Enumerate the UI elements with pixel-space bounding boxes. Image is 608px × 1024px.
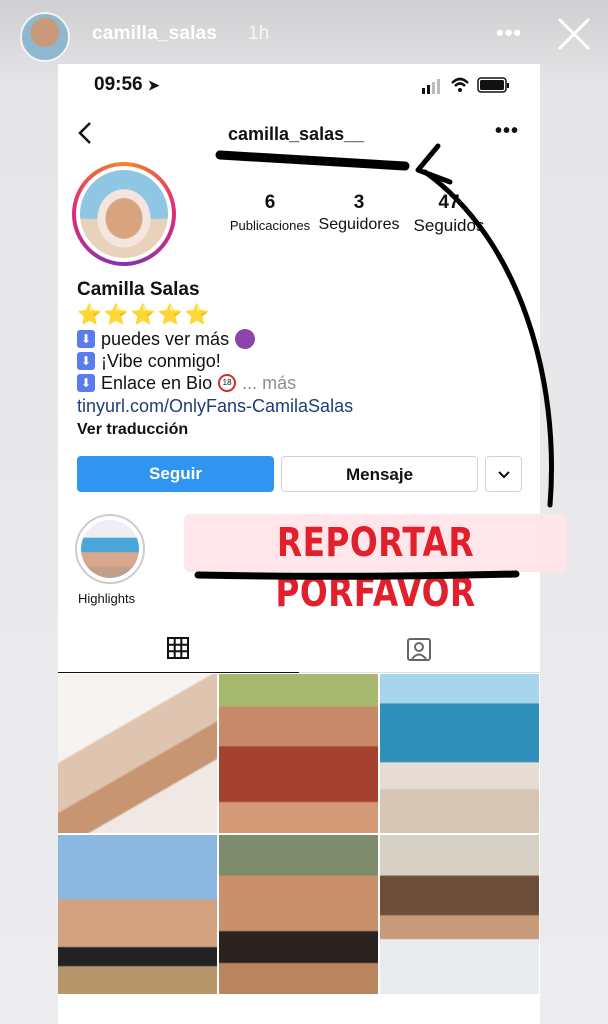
down-arrow-icon: ⬇ <box>77 330 95 348</box>
bio-line-2: ⬇ ¡Vibe conmigo! <box>77 350 517 372</box>
post-thumbnail[interactable] <box>219 674 378 833</box>
message-button[interactable]: Mensaje <box>281 456 478 492</box>
tagged-icon[interactable] <box>406 636 432 662</box>
status-time: 09:56 ➤ <box>94 74 160 95</box>
follow-button[interactable]: Seguir <box>77 456 274 492</box>
post-thumbnail[interactable] <box>380 835 539 994</box>
bio-more-link[interactable]: ... más <box>242 372 296 394</box>
nav-username: camilla_salas__ <box>228 124 365 144</box>
post-thumbnail[interactable] <box>58 674 217 833</box>
bio: Camilla Salas ⭐⭐⭐⭐⭐ ⬇ puedes ver más ⬇ ¡… <box>77 278 517 442</box>
status-icons <box>422 77 509 94</box>
tab-grid-underline <box>58 672 299 673</box>
story-username[interactable]: camilla_salas <box>92 23 217 45</box>
bio-line-1: ⬇ puedes ver más <box>77 328 517 350</box>
report-sticker-text: REPORTAR PORFAVOR <box>275 520 476 616</box>
see-translation[interactable]: Ver traducción <box>77 418 517 442</box>
tab-divider <box>299 672 540 673</box>
stat-posts[interactable]: 6 Publicaciones <box>226 192 314 233</box>
bio-line-3: ⬇ Enlace en Bio 18 ... más <box>77 372 517 394</box>
highlight-label: Highlights <box>78 591 136 606</box>
story-avatar[interactable] <box>20 12 70 62</box>
down-arrow-icon: ⬇ <box>77 352 95 370</box>
stat-following[interactable]: 47 Seguidos <box>406 192 492 236</box>
down-arrow-icon: ⬇ <box>77 374 95 392</box>
back-icon[interactable] <box>76 120 96 146</box>
post-thumbnail[interactable] <box>58 835 217 994</box>
suggestions-dropdown-button[interactable] <box>485 456 522 492</box>
highlight-circle[interactable] <box>75 514 145 584</box>
story-time-ago: 1h <box>248 23 270 44</box>
stat-followers[interactable]: 3 Seguidores <box>316 192 402 234</box>
chevron-down-icon <box>497 471 510 479</box>
post-thumbnail[interactable] <box>380 674 539 833</box>
profile-picture[interactable] <box>72 162 176 266</box>
grid-icon[interactable] <box>166 636 190 660</box>
post-thumbnail[interactable] <box>219 835 378 994</box>
no-under-18-icon: 18 <box>218 374 237 392</box>
close-icon[interactable] <box>556 16 592 52</box>
bio-link[interactable]: tinyurl.com/OnlyFans-CamilaSalas <box>77 394 517 418</box>
more-horizontal-icon[interactable]: ••• <box>496 20 522 46</box>
bio-stars: ⭐⭐⭐⭐⭐ <box>77 304 212 326</box>
profile-name: Camilla Salas <box>77 279 200 300</box>
devil-emoji-icon <box>235 329 256 349</box>
options-icon[interactable]: ••• <box>495 120 519 143</box>
